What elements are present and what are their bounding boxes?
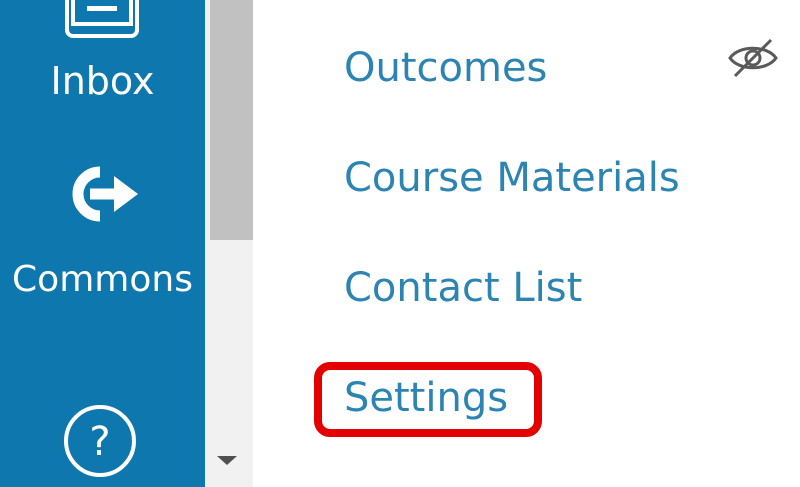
course-nav-settings[interactable]: Settings xyxy=(344,373,508,423)
course-nav: Outcomes Course Materials Contact List S… xyxy=(253,0,800,487)
course-nav-contact-list[interactable]: Contact List xyxy=(344,263,582,313)
svg-text:?: ? xyxy=(89,419,110,465)
help-icon: ? xyxy=(64,405,136,477)
nav-scrollbar[interactable] xyxy=(205,0,253,487)
course-nav-outcomes[interactable]: Outcomes xyxy=(344,43,547,93)
inbox-icon xyxy=(65,0,139,38)
global-nav-commons-label: Commons xyxy=(12,259,193,300)
scroll-down-arrow-icon[interactable] xyxy=(217,456,237,465)
global-nav: Inbox Commons ? xyxy=(0,0,205,487)
scrollbar-thumb[interactable] xyxy=(210,0,253,240)
commons-icon xyxy=(72,166,138,222)
eye-off-icon xyxy=(728,38,778,78)
global-nav-inbox-label: Inbox xyxy=(50,59,155,103)
course-nav-course-materials[interactable]: Course Materials xyxy=(344,153,680,203)
